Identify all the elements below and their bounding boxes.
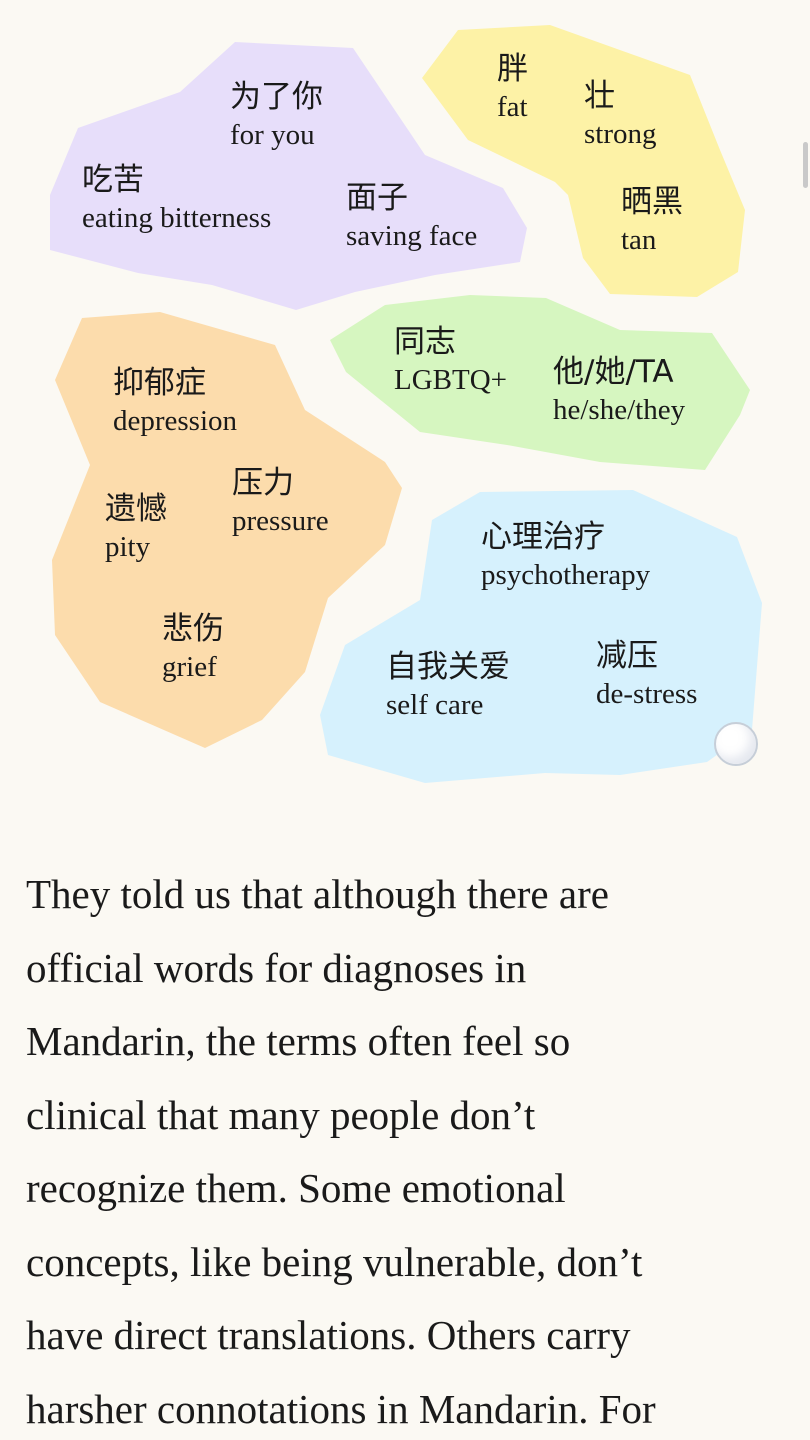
article-line: They told us that although there are xyxy=(26,871,609,917)
term-chinese: 为了你 xyxy=(230,79,323,115)
term-pronouns: 他/她/TA he/she/they xyxy=(553,353,685,429)
term-english: he/she/they xyxy=(553,394,686,426)
term-fat: 胖 fat xyxy=(497,50,528,126)
term-tan: 晒黑 tan xyxy=(621,183,683,259)
term-eating-bitterness: 吃苦 eating bitterness xyxy=(82,161,271,237)
term-english: self care xyxy=(386,689,484,721)
term-english: grief xyxy=(162,651,217,683)
term-english: pity xyxy=(105,531,151,563)
term-english: for you xyxy=(230,119,315,151)
term-pressure: 压力 pressure xyxy=(232,464,329,540)
term-chinese: 同志 xyxy=(394,324,456,360)
term-chinese: 心理治疗 xyxy=(481,519,605,555)
drag-handle[interactable] xyxy=(714,722,758,766)
term-chinese: 面子 xyxy=(346,180,408,216)
term-grief: 悲伤 grief xyxy=(162,610,224,686)
term-strong: 壮 strong xyxy=(584,77,657,153)
article-body: They told us that although there are off… xyxy=(26,858,796,1440)
term-chinese: 吃苦 xyxy=(82,162,144,198)
scrollbar-thumb[interactable] xyxy=(803,142,808,188)
term-chinese: 遗憾 xyxy=(105,491,167,527)
term-english: saving face xyxy=(346,220,478,252)
article-line: recognize them. Some emotional xyxy=(26,1165,566,1211)
article-line: harsher connotations in Mandarin. For xyxy=(26,1385,656,1432)
term-english: strong xyxy=(584,118,657,150)
page: 为了你 for you 吃苦 eating bitterness 面子 savi… xyxy=(0,0,810,1440)
term-english: psychotherapy xyxy=(481,559,651,591)
term-chinese: 抑郁症 xyxy=(113,365,206,401)
term-chinese: 胖 xyxy=(497,51,528,87)
term-english: tan xyxy=(621,224,657,256)
term-self-care: 自我关爱 self care xyxy=(386,648,510,724)
term-english: LGBTQ+ xyxy=(394,364,508,396)
article-line: official words for diagnoses in xyxy=(26,944,527,991)
term-lgbtq: 同志 LGBTQ+ xyxy=(394,323,507,399)
article-line: have direct translations. Others carry xyxy=(26,1312,631,1358)
term-english: eating bitterness xyxy=(82,202,272,234)
term-chinese: 他/她/TA xyxy=(553,354,674,390)
article-line: concepts, like being vulnerable, don’t xyxy=(26,1238,643,1285)
term-depression: 抑郁症 depression xyxy=(113,364,237,440)
identity-cluster-blob xyxy=(330,295,750,470)
article-line: Mandarin, the terms often feel so xyxy=(26,1018,571,1064)
term-chinese: 晒黑 xyxy=(621,184,683,220)
term-pity: 遗憾 pity xyxy=(105,490,167,566)
term-english: de-stress xyxy=(596,678,698,710)
term-english: pressure xyxy=(232,505,329,537)
term-chinese: 悲伤 xyxy=(162,611,224,647)
term-chinese: 压力 xyxy=(232,465,294,501)
term-chinese: 壮 xyxy=(584,78,615,114)
term-chinese: 减压 xyxy=(596,638,658,674)
term-chinese: 自我关爱 xyxy=(386,649,510,685)
term-english: depression xyxy=(113,405,238,437)
term-psychotherapy: 心理治疗 psychotherapy xyxy=(481,518,650,594)
article-line: clinical that many people don’t xyxy=(26,1091,536,1138)
term-for-you: 为了你 for you xyxy=(230,78,323,154)
term-english: fat xyxy=(497,91,528,123)
term-de-stress: 减压 de-stress xyxy=(596,637,697,713)
term-saving-face: 面子 saving face xyxy=(346,179,477,255)
